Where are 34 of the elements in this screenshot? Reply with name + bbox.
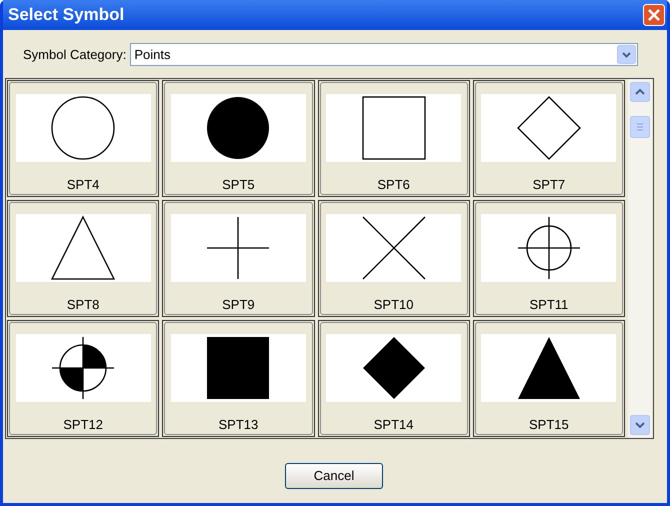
square-icon [360,95,427,161]
cancel-button[interactable]: Cancel [285,463,383,489]
circle-icon [50,95,116,161]
close-icon[interactable] [643,4,665,26]
scroll-up-icon[interactable] [630,82,650,102]
cross-icon [360,215,427,281]
symbol-tile[interactable]: SPT11 [474,202,623,315]
quartered-circle-icon [50,335,116,401]
symbol-tile[interactable]: SPT15 [474,322,623,435]
symbol-tile[interactable]: SPT13 [164,322,312,435]
disc-icon [205,95,272,161]
scroll-thumb[interactable] [630,116,650,138]
filled-diamond-icon [360,335,427,401]
diamond-icon [516,95,582,161]
scroll-down-icon[interactable] [630,415,650,435]
scrollbar[interactable] [628,79,652,438]
symbol-tile[interactable]: SPT7 [474,82,623,195]
window-title: Select Symbol [8,4,124,26]
symbol-tile[interactable]: SPT8 [9,202,158,315]
category-label: Symbol Category: [23,46,126,64]
plus-icon [205,215,272,281]
symbol-tile[interactable]: SPT14 [320,322,468,435]
symbol-tile[interactable]: SPT12 [9,322,158,435]
chevron-down-icon[interactable] [617,45,636,64]
symbol-tile[interactable]: SPT9 [164,202,312,315]
symbol-tile[interactable]: SPT5 [164,82,312,195]
symbol-tile[interactable]: SPT6 [320,82,468,195]
crosshair-icon [516,215,582,281]
category-dropdown[interactable]: Points [130,43,638,66]
symbol-tile[interactable]: SPT4 [9,82,158,195]
filled-triangle-icon [516,335,582,401]
triangle-icon [50,215,116,281]
filled-square-icon [205,335,272,401]
symbol-tile[interactable]: SPT10 [320,202,468,315]
